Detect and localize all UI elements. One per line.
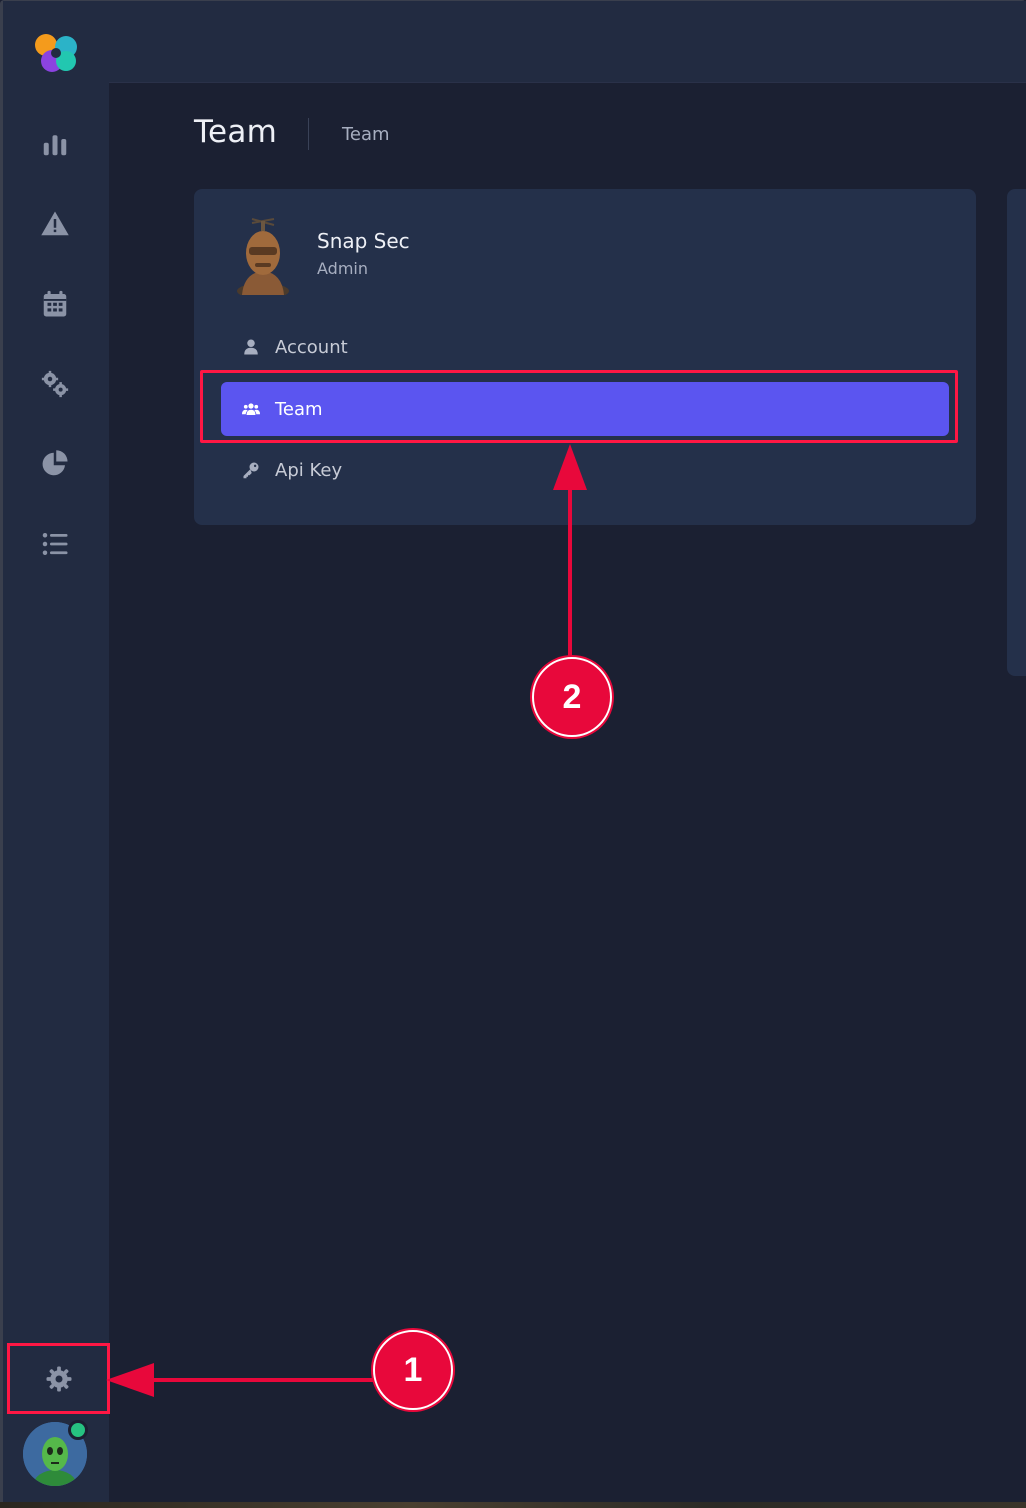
bar-chart-icon[interactable] — [37, 126, 73, 162]
profile-role: Admin — [317, 259, 368, 278]
menu-item-account[interactable]: Account — [221, 320, 949, 374]
profile-name: Snap Sec — [317, 229, 410, 253]
desktop-background-strip — [0, 1502, 1026, 1508]
top-header-bar — [109, 1, 1026, 83]
settings-menu-card: Snap Sec Admin Account Team Api Key — [194, 189, 976, 525]
title-divider — [308, 118, 309, 150]
content-panel-edge — [1007, 189, 1026, 676]
breadcrumb[interactable]: Team — [342, 124, 390, 145]
menu-item-api-key-label: Api Key — [275, 459, 343, 481]
menu-item-account-label: Account — [275, 336, 348, 358]
app-window: Team Team Snap Sec Admin Account Team Ap… — [0, 0, 1026, 1508]
sidebar — [3, 1, 110, 1502]
step-2-callout: 2 — [532, 657, 612, 737]
user-icon — [241, 337, 261, 357]
cogs-icon[interactable] — [37, 366, 73, 402]
settings-highlight-box — [7, 1343, 110, 1414]
app-logo[interactable] — [30, 29, 82, 79]
online-status-indicator — [68, 1420, 88, 1440]
page-title: Team — [194, 114, 278, 150]
key-icon — [241, 460, 261, 480]
warning-icon[interactable] — [37, 206, 73, 242]
menu-item-api-key[interactable]: Api Key — [221, 443, 949, 497]
calendar-icon[interactable] — [37, 286, 73, 322]
pie-chart-icon[interactable] — [37, 446, 73, 482]
list-icon[interactable] — [37, 526, 73, 562]
gear-icon[interactable] — [40, 1361, 78, 1397]
step-1-callout: 1 — [373, 1330, 453, 1410]
team-highlight-box — [200, 370, 958, 443]
profile-avatar — [237, 218, 289, 295]
